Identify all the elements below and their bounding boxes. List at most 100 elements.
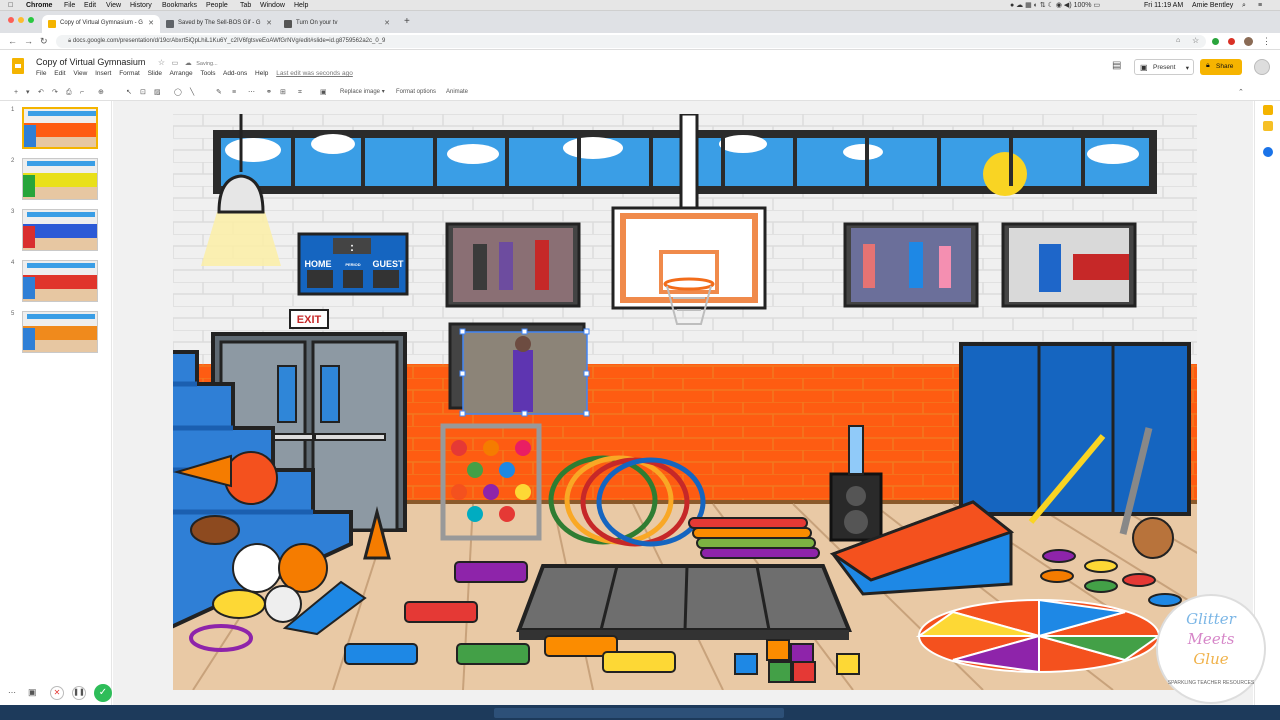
clock[interactable]: Fri 11:19 AM [1144,1,1183,10]
forward-icon[interactable]: → [24,36,33,46]
docs-menu-slide[interactable]: Slide [148,70,162,77]
video-frame-aerobics[interactable] [445,222,581,308]
more-options-icon[interactable]: ⋯ [8,688,16,697]
share-button[interactable]: 🔒︎ Share [1200,59,1242,75]
docs-menu-format[interactable]: Format [119,70,140,77]
slide-thumbnail-3[interactable] [22,209,98,251]
menu-history[interactable]: History [130,1,152,10]
close-tab-icon[interactable]: ✕ [148,19,154,27]
menu-app-chrome[interactable]: Chrome [26,1,52,10]
present-button[interactable]: ▣ Present ▾ [1134,59,1194,75]
slide-thumbnail-4[interactable] [22,260,98,302]
move-folder-icon[interactable]: ▭ [172,60,179,67]
docs-menu-view[interactable]: View [73,70,87,77]
menu-people[interactable]: People [206,1,228,10]
status-icons[interactable]: ● ☁ ▦ ◐ ⇅ ☾ ◉ ◀) 100% ▭ [1010,1,1100,10]
extension-icon[interactable] [1228,38,1235,45]
slide-thumbnail-2[interactable] [22,158,98,200]
star-icon[interactable]: ☆ [158,58,165,67]
insert-comment-icon[interactable]: ⊞ [280,88,286,97]
replace-image-button[interactable]: Replace image ▾ [340,88,385,97]
profile-avatar[interactable] [1244,37,1253,46]
finish-recording-icon[interactable]: ✓ [94,684,112,702]
format-options-button[interactable]: Format options [396,88,436,97]
close-window-button[interactable] [8,17,14,23]
print-icon[interactable]: ⎙ [66,88,72,97]
slide-thumbnail-5[interactable] [22,311,98,353]
video-frame-dancers[interactable] [843,222,979,308]
comments-icon[interactable]: ▤ [1112,60,1121,71]
camera-icon[interactable]: ▣ [28,687,37,698]
docs-menu-tools[interactable]: Tools [200,70,215,77]
line-dash-icon[interactable]: ⋯ [248,88,255,97]
undo-icon[interactable]: ↶ [38,88,44,97]
zoom-window-button[interactable] [28,17,34,23]
redo-icon[interactable]: ↷ [52,88,58,97]
line-weight-icon[interactable]: ≡ [232,88,236,97]
docs-menu-file[interactable]: File [36,70,46,77]
shape-icon[interactable]: ◯ [174,88,182,97]
minimize-window-button[interactable] [18,17,24,23]
tab-turn-on-tv[interactable]: Turn On your tv ✕ [278,15,396,33]
link-icon[interactable]: ⚭ [266,88,272,97]
calendar-icon[interactable] [1263,147,1273,157]
line-icon[interactable]: ╲ [190,88,194,97]
menu-bookmarks[interactable]: Bookmarks [162,1,197,10]
image-icon[interactable]: ▨ [154,88,161,97]
video-frame-cheer[interactable] [1001,222,1137,308]
docs-menu-help[interactable]: Help [255,70,268,77]
zoom-icon[interactable]: ⊕ [98,88,104,97]
docs-menu-insert[interactable]: Insert [95,70,111,77]
pause-recording-icon[interactable]: ❚❚ [72,686,86,700]
reload-icon[interactable]: ↻ [40,36,48,46]
url-field[interactable]: 🔒︎ docs.google.com/presentation/d/19crAb… [56,35,1206,48]
pen-color-icon[interactable]: ✎ [216,88,222,97]
apple-icon[interactable]:  [8,1,13,10]
new-slide-icon[interactable]: + [14,88,18,97]
tab-saved-gif[interactable]: Saved by The Sell-BOS Gif - G ✕ [160,15,278,33]
menu-view[interactable]: View [106,1,121,10]
menu-tab[interactable]: Tab [240,1,251,10]
document-title[interactable]: Copy of Virtual Gymnasium ☆ ▭ ☁ Saving..… [36,57,218,67]
menu-list-icon[interactable]: ≡ [1258,1,1262,10]
delete-recording-icon[interactable]: ✕ [50,686,64,700]
user-name[interactable]: Amie Bentley [1192,1,1233,10]
close-tab-icon[interactable]: ✕ [266,19,272,27]
menu-window[interactable]: Window [260,1,285,10]
slide-virtual-gymnasium[interactable]: : HOME PERIOD GUEST EXIT [173,114,1197,690]
bookmark-star-icon[interactable]: ☆ [1192,36,1199,46]
text-box-icon[interactable]: ⊡ [140,88,146,97]
animate-button[interactable]: Animate [446,88,468,97]
slide-thumbnail-1[interactable] [22,107,98,149]
extension-icon[interactable] [1212,38,1219,45]
back-icon[interactable]: ← [8,36,17,46]
collapse-toolbar-icon[interactable]: ⌃ [1238,88,1244,97]
chrome-menu-icon[interactable]: ⋮ [1262,36,1271,46]
title-text[interactable]: Copy of Virtual Gymnasium [36,57,145,67]
last-edit-link[interactable]: Last edit was seconds ago [276,70,353,77]
close-tab-icon[interactable]: ✕ [384,19,390,27]
cast-icon[interactable]: ⌂ [1176,36,1180,46]
docs-menu-arrange[interactable]: Arrange [170,70,193,77]
paint-format-icon[interactable]: ⌐ [80,88,84,97]
slides-logo-icon[interactable] [12,58,24,74]
tasks-icon[interactable] [1263,121,1273,131]
docs-menu-edit[interactable]: Edit [54,70,65,77]
chevron-down-icon[interactable]: ▾ [1186,64,1189,72]
crop-icon[interactable]: ⌗ [298,88,302,97]
selected-video-image[interactable] [448,322,590,417]
tab-virtual-gymnasium[interactable]: Copy of Virtual Gymnasium - G ✕ [42,15,160,33]
account-avatar[interactable] [1254,59,1270,75]
menu-edit[interactable]: Edit [84,1,96,10]
dock-app-icons[interactable] [494,708,784,718]
scoreboard-guest-label: GUEST [372,259,404,269]
keep-icon[interactable] [1263,105,1273,115]
select-arrow-icon[interactable]: ↖ [126,88,132,97]
new-tab-button[interactable]: + [404,16,410,27]
spotlight-icon[interactable]: ⌕ [1242,1,1246,10]
menu-help[interactable]: Help [294,1,308,10]
menu-file[interactable]: File [64,1,75,10]
chevron-down-icon[interactable]: ▾ [26,88,30,97]
image-options-icon[interactable]: ▣ [320,88,327,97]
docs-menu-addons[interactable]: Add-ons [223,70,247,77]
